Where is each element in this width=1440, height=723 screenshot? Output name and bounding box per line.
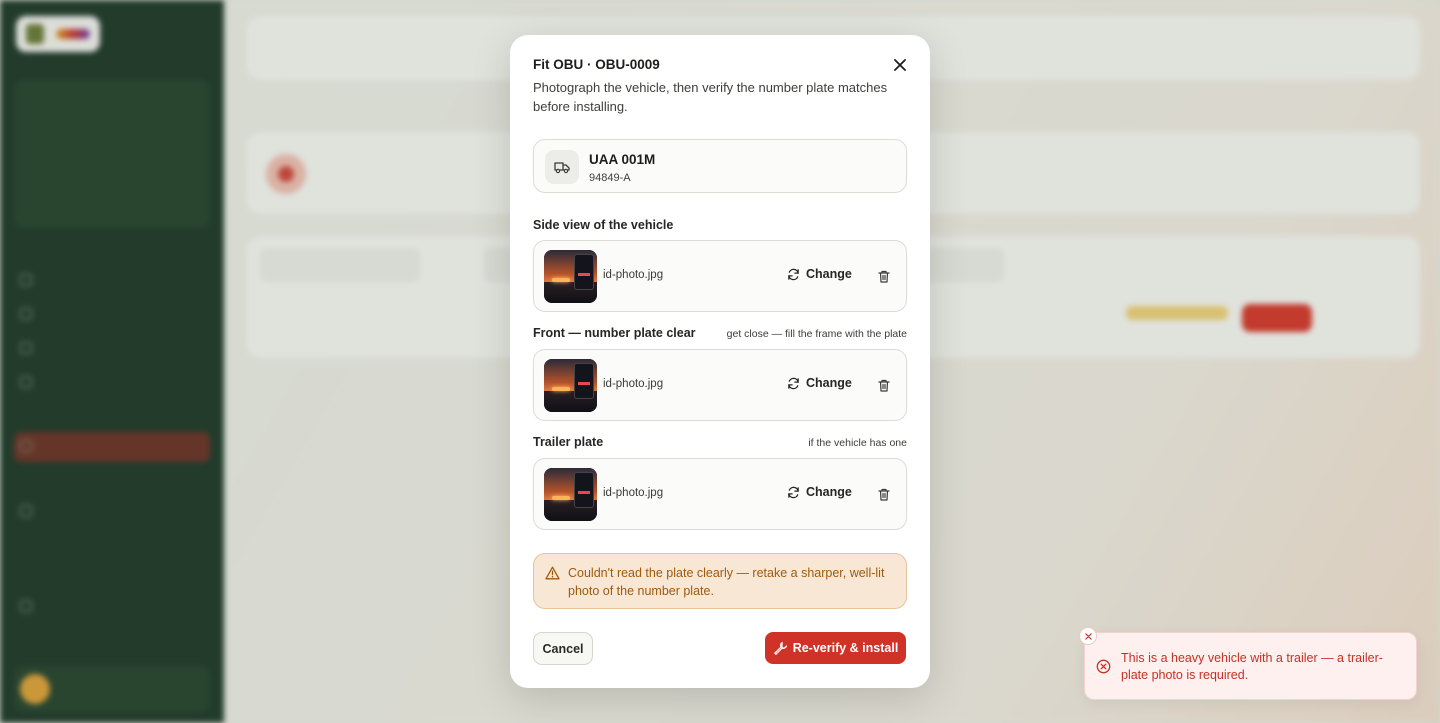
plate-warning-banner: Couldn't read the plate clearly — retake… [533, 553, 907, 609]
refresh-icon [788, 377, 799, 389]
change-photo-button[interactable]: Change [787, 376, 852, 390]
photo-file-name: id-photo.jpg [603, 487, 664, 499]
toast-message: This is a heavy vehicle with a trailer —… [1121, 651, 1383, 682]
close-button[interactable] [890, 55, 910, 75]
close-icon [1084, 632, 1092, 640]
trailer-plate-photo-row: id-photo.jpg Change [533, 458, 907, 530]
change-label: Change [806, 376, 852, 390]
photo-file-name: id-photo.jpg [603, 378, 664, 390]
front-plate-photo-row: id-photo.jpg Change [533, 349, 907, 421]
reverify-install-button[interactable]: Re-verify & install [765, 632, 906, 664]
change-label: Change [806, 267, 852, 281]
change-photo-button[interactable]: Change [787, 267, 852, 281]
photo-thumbnail[interactable] [544, 250, 597, 303]
side-view-photo-row: id-photo.jpg Change [533, 240, 907, 312]
photo-file-name: id-photo.jpg [603, 269, 664, 281]
trash-icon [878, 488, 890, 501]
error-circle-icon [1096, 659, 1111, 674]
photo-thumbnail[interactable] [544, 468, 597, 521]
front-plate-label: Front — number plate clear [533, 326, 696, 340]
reverify-install-label: Re-verify & install [792, 641, 899, 655]
trash-icon [878, 270, 890, 283]
change-photo-button[interactable]: Change [787, 485, 852, 499]
refresh-icon [788, 268, 799, 280]
side-view-label: Side view of the vehicle [533, 218, 674, 232]
trailer-plate-hint: if the vehicle has one [808, 437, 907, 449]
photo-thumbnail[interactable] [544, 359, 597, 412]
dialog-title: Fit OBU · OBU-0009 [533, 57, 660, 72]
error-toast: This is a heavy vehicle with a trailer —… [1079, 627, 1417, 700]
vehicle-plate: UAA 001M [589, 152, 656, 167]
close-icon [894, 59, 906, 71]
delete-photo-button[interactable] [876, 267, 892, 285]
fit-obu-dialog: Fit OBU · OBU-0009 Photograph the vehicl… [510, 35, 930, 688]
trash-icon [878, 379, 890, 392]
dialog-description: Photograph the vehicle, then verify the … [533, 80, 888, 114]
change-label: Change [806, 485, 852, 499]
toast-close-button[interactable] [1079, 627, 1097, 645]
delete-photo-button[interactable] [876, 376, 892, 394]
delete-photo-button[interactable] [876, 485, 892, 503]
warning-message: Couldn't read the plate clearly — retake… [568, 566, 885, 598]
refresh-icon [788, 486, 799, 498]
vehicle-fleet-number: 94849-A [589, 172, 631, 184]
truck-icon [545, 150, 579, 184]
trailer-plate-label: Trailer plate [533, 435, 604, 449]
vehicle-card: UAA 001M 94849-A [533, 139, 907, 193]
warning-icon [545, 566, 560, 580]
cancel-button[interactable]: Cancel [533, 632, 593, 665]
wrench-icon [773, 641, 787, 655]
front-plate-hint: get close — fill the frame with the plat… [726, 328, 907, 340]
